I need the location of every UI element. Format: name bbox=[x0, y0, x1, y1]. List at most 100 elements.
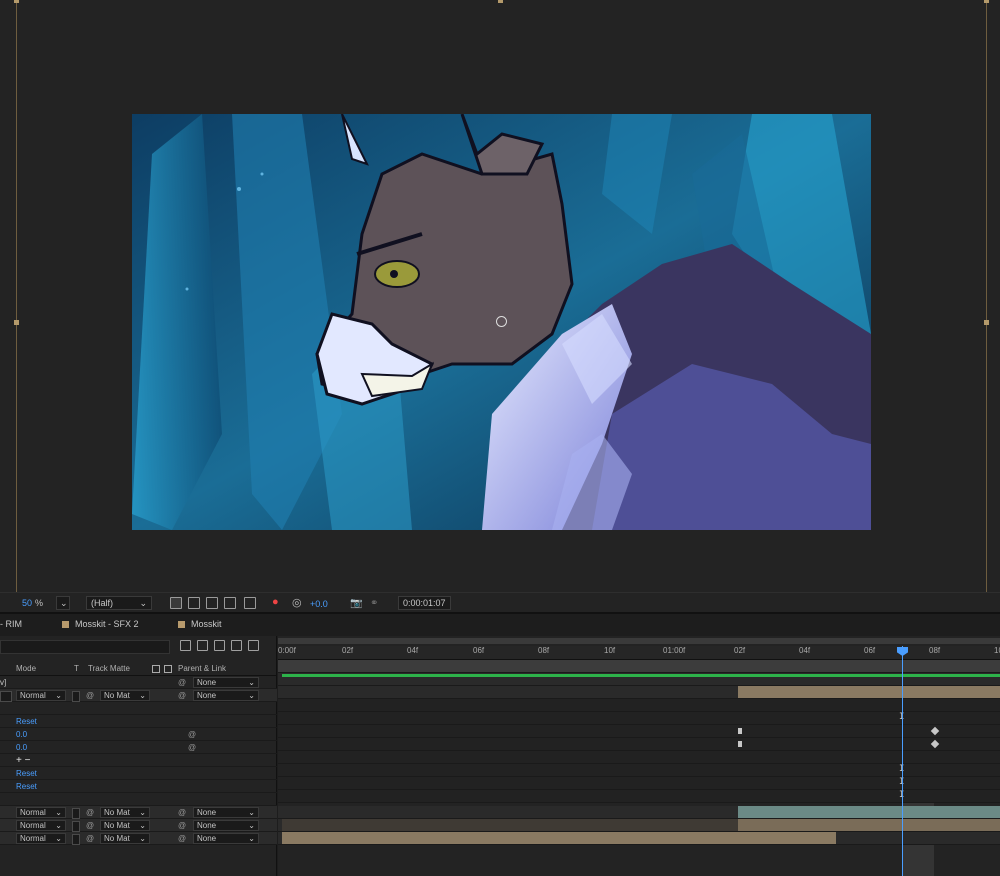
column-track-matte[interactable]: Track Matte bbox=[88, 664, 130, 673]
anchor-point-icon[interactable] bbox=[496, 316, 507, 327]
layer-duration-bar[interactable] bbox=[282, 819, 738, 831]
composition-frame[interactable] bbox=[132, 114, 871, 530]
matte-pickwhip-icon[interactable]: @ bbox=[86, 807, 94, 818]
matte-toggle-icon[interactable] bbox=[152, 665, 160, 673]
property-row[interactable]: Reset bbox=[0, 780, 277, 793]
preserve-transparency-checkbox[interactable] bbox=[72, 834, 80, 845]
track-matte-dropdown[interactable]: No Mat ⌄ bbox=[100, 807, 150, 818]
frame-blending-icon[interactable] bbox=[197, 640, 208, 651]
column-t[interactable]: T bbox=[74, 664, 79, 673]
tab-mosskit-sfx2[interactable]: Mosskit - SFX 2 bbox=[62, 619, 139, 629]
tab-mosskit[interactable]: Mosskit bbox=[178, 619, 222, 629]
mode-dropdown[interactable]: Normal ⌄ bbox=[16, 833, 66, 844]
property-row[interactable]: Reset bbox=[0, 715, 277, 728]
property-value[interactable]: 0.0 bbox=[16, 729, 27, 740]
layer-search-input[interactable] bbox=[0, 640, 170, 654]
keyframe[interactable] bbox=[738, 741, 742, 747]
bound-handle-topright[interactable] bbox=[984, 0, 989, 3]
column-parent-link[interactable]: Parent & Link bbox=[178, 664, 226, 673]
preserve-transparency-checkbox[interactable] bbox=[72, 691, 80, 702]
timeline-track[interactable] bbox=[278, 673, 1000, 686]
mode-dropdown[interactable]: Normal ⌄ bbox=[16, 807, 66, 818]
pickwhip-icon[interactable]: @ bbox=[178, 677, 186, 688]
property-row[interactable]: + − bbox=[0, 754, 277, 767]
time-ruler[interactable]: 0:00f 02f 04f 06f 08f 10f 01:00f 02f 04f… bbox=[278, 646, 1000, 660]
snapshot-camera-icon[interactable]: 📷 bbox=[350, 596, 362, 610]
matte-pickwhip-icon[interactable]: @ bbox=[86, 690, 94, 701]
draft-3d-icon[interactable] bbox=[231, 640, 242, 651]
preserve-transparency-checkbox[interactable] bbox=[72, 821, 80, 832]
shy-layers-icon[interactable] bbox=[180, 640, 191, 651]
composition-viewer[interactable] bbox=[0, 0, 1000, 592]
keyframe[interactable] bbox=[738, 728, 742, 734]
timeline-track[interactable] bbox=[278, 686, 1000, 699]
matte-pickwhip-icon[interactable]: @ bbox=[86, 820, 94, 831]
mask-visibility-icon[interactable] bbox=[206, 597, 218, 609]
mode-dropdown[interactable]: Normal ⌄ bbox=[16, 690, 66, 701]
layer-row[interactable]: Normal ⌄ @ No Mat ⌄ @ None ⌄ bbox=[0, 806, 277, 819]
playhead-line[interactable] bbox=[902, 646, 903, 876]
work-area-bar[interactable] bbox=[278, 638, 1000, 644]
layer-row[interactable]: v] @ None ⌄ bbox=[0, 676, 277, 689]
zoom-percent[interactable]: 50 bbox=[22, 598, 32, 608]
parent-dropdown[interactable]: None ⌄ bbox=[193, 820, 259, 831]
track-matte-dropdown[interactable]: No Mat ⌄ bbox=[100, 820, 150, 831]
timeline-track[interactable] bbox=[278, 819, 1000, 832]
timeline-graph[interactable]: 0:00f 02f 04f 06f 08f 10f 01:00f 02f 04f… bbox=[278, 636, 1000, 876]
column-mode[interactable]: Mode bbox=[16, 664, 36, 673]
show-snapshot-icon[interactable]: ⚭ bbox=[370, 596, 378, 610]
exposure-value[interactable]: +0.0 bbox=[310, 597, 328, 611]
color-management-icon[interactable]: ◎ bbox=[292, 595, 302, 609]
current-time-display[interactable]: 0:00:01:07 bbox=[398, 596, 451, 610]
property-row[interactable]: Reset bbox=[0, 767, 277, 780]
motion-blur-icon[interactable] bbox=[214, 640, 225, 651]
region-of-interest-icon[interactable] bbox=[224, 597, 236, 609]
parent-dropdown[interactable]: None ⌄ bbox=[193, 833, 259, 844]
layer-duration-bar[interactable] bbox=[738, 806, 1000, 818]
zoom-value[interactable]: 50 % bbox=[22, 596, 43, 610]
reset-link[interactable]: Reset bbox=[16, 781, 37, 792]
mode-dropdown[interactable]: Normal ⌄ bbox=[16, 820, 66, 831]
reset-link[interactable]: Reset bbox=[16, 768, 37, 779]
parent-dropdown[interactable]: None ⌄ bbox=[193, 807, 259, 818]
parent-dropdown[interactable]: None ⌄ bbox=[193, 690, 259, 701]
track-matte-dropdown[interactable]: No Mat ⌄ bbox=[100, 833, 150, 844]
matte-pickwhip-icon[interactable]: @ bbox=[86, 833, 94, 844]
property-row[interactable]: 0.0 @ bbox=[0, 741, 277, 754]
layer-row[interactable]: Normal ⌄ @ No Mat ⌄ @ None ⌄ bbox=[0, 819, 277, 832]
bound-handle-topleft[interactable] bbox=[14, 0, 19, 3]
layer-row[interactable]: Normal ⌄ @ No Mat ⌄ @ None ⌄ bbox=[0, 689, 277, 702]
keyframe[interactable] bbox=[930, 726, 940, 736]
keyframe[interactable] bbox=[930, 739, 940, 749]
bound-handle-right[interactable] bbox=[984, 320, 989, 325]
timeline-track[interactable] bbox=[278, 660, 1000, 673]
add-remove-icon[interactable]: + − bbox=[16, 755, 30, 766]
reset-link[interactable]: Reset bbox=[16, 716, 37, 727]
pickwhip-icon[interactable]: @ bbox=[178, 807, 186, 818]
grid-guides-icon[interactable] bbox=[244, 597, 256, 609]
pickwhip-icon[interactable]: @ bbox=[178, 820, 186, 831]
preserve-transparency-checkbox[interactable] bbox=[72, 808, 80, 819]
layer-duration-bar[interactable] bbox=[282, 832, 836, 844]
graph-editor-icon[interactable] bbox=[248, 640, 259, 651]
color-channels-icon[interactable]: ● bbox=[272, 595, 279, 609]
layer-duration-bar[interactable] bbox=[738, 686, 1000, 698]
layer-duration-bar[interactable] bbox=[282, 674, 1000, 677]
property-value[interactable]: 0.0 bbox=[16, 742, 27, 753]
link-toggle-icon[interactable] bbox=[164, 665, 172, 673]
pickwhip-icon[interactable]: @ bbox=[178, 690, 186, 701]
parent-dropdown[interactable]: None ⌄ bbox=[193, 677, 259, 688]
bound-handle-left[interactable] bbox=[14, 320, 19, 325]
zoom-dropdown-button[interactable]: ⌄ bbox=[56, 596, 70, 610]
transparency-grid-icon[interactable] bbox=[188, 597, 200, 609]
pickwhip-icon[interactable]: @ bbox=[188, 729, 196, 740]
layer-duration-bar[interactable] bbox=[738, 819, 1000, 831]
track-matte-dropdown[interactable]: No Mat ⌄ bbox=[100, 690, 150, 701]
timeline-track[interactable] bbox=[278, 832, 1000, 845]
pickwhip-icon[interactable]: @ bbox=[188, 742, 196, 753]
resolution-dropdown[interactable]: (Half) ⌄ bbox=[86, 596, 152, 610]
fast-preview-icon[interactable] bbox=[170, 597, 182, 609]
layer-row[interactable]: Normal ⌄ @ No Mat ⌄ @ None ⌄ bbox=[0, 832, 277, 845]
property-row[interactable]: 0.0 @ bbox=[0, 728, 277, 741]
layer-label-box[interactable] bbox=[0, 691, 12, 702]
